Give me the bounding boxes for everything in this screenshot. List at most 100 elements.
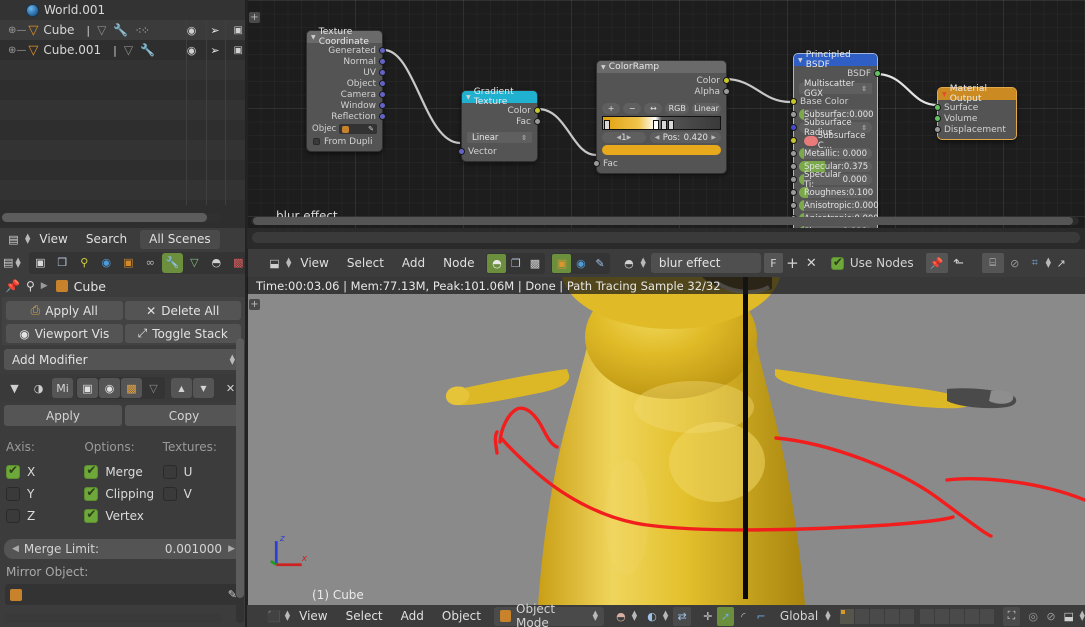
fake-user-button[interactable]: F bbox=[763, 253, 783, 273]
material-browse-arrows-icon[interactable]: ▲ ▼ bbox=[640, 257, 645, 269]
backdrop-icon[interactable]: ⌸ bbox=[981, 253, 1004, 273]
node-output-window[interactable]: Window bbox=[307, 100, 386, 111]
material-slot-icon[interactable]: ◓ bbox=[619, 254, 638, 273]
option-merge-row[interactable]: Merge bbox=[84, 461, 162, 483]
collapse-triangle-icon[interactable]: ▼ bbox=[466, 94, 471, 101]
colorramp-gradient-widget[interactable] bbox=[602, 116, 721, 130]
viewport-menu-select[interactable]: Select bbox=[337, 605, 392, 627]
socket-anisotropic[interactable] bbox=[790, 202, 797, 209]
node-header[interactable]: ▼ ColorRamp bbox=[597, 61, 726, 73]
pin-icon[interactable]: 📌 bbox=[5, 279, 20, 293]
socket-displacement[interactable] bbox=[934, 126, 941, 133]
layer-button[interactable] bbox=[854, 608, 869, 624]
distribution-dropdown[interactable]: Multiscatter GGX bbox=[799, 79, 872, 99]
node-output-object[interactable]: Object bbox=[307, 78, 386, 89]
modifier-expand-icon[interactable]: ▼ bbox=[4, 378, 25, 398]
outliner-display-icon[interactable]: ▤ bbox=[4, 230, 23, 249]
wrench-icon[interactable]: 🔧 bbox=[113, 23, 128, 37]
flip-ramp-button[interactable]: ↔ bbox=[644, 103, 663, 114]
add-modifier-dropdown[interactable]: Add Modifier ▲ ▼ bbox=[4, 349, 243, 370]
material-name-field[interactable]: blur effect bbox=[650, 253, 761, 273]
colorramp-index-field[interactable]: ◀ 1 ▶ bbox=[602, 132, 646, 143]
vertex-checkbox[interactable] bbox=[84, 507, 99, 523]
viewport-menu-add[interactable]: Add bbox=[392, 605, 433, 627]
layer-button[interactable] bbox=[964, 608, 979, 624]
shader-type-toggle-group[interactable]: ◓ ❐ ▩ bbox=[486, 252, 546, 274]
socket-specular-tint[interactable] bbox=[790, 176, 797, 183]
socket-subsurface-color[interactable] bbox=[790, 137, 797, 144]
node-input-fac[interactable]: Fac bbox=[593, 158, 726, 169]
layer-button[interactable] bbox=[979, 608, 994, 624]
node-editor-icon[interactable]: ⬓ bbox=[265, 254, 284, 273]
remove-stop-button[interactable]: − bbox=[623, 103, 642, 114]
socket-fac[interactable] bbox=[534, 118, 541, 125]
lock-camera-icon[interactable]: ⛶ bbox=[1002, 606, 1021, 626]
properties-editor-icon[interactable]: ▤ bbox=[3, 253, 13, 272]
option-clipping-row[interactable]: Clipping bbox=[84, 483, 162, 505]
manipulator-extra-icon[interactable]: ⌐ bbox=[752, 607, 770, 626]
snap-during-transform-icon[interactable]: ⇄ bbox=[673, 606, 691, 626]
from-dupli-checkbox-row[interactable]: From Dupli bbox=[307, 136, 382, 147]
texture-v-checkbox[interactable] bbox=[162, 487, 177, 501]
wrench-icon[interactable]: 🔧 bbox=[140, 43, 155, 57]
mesh-triangle-icon[interactable]: ▽ bbox=[97, 23, 106, 37]
axis-z-row[interactable]: Z bbox=[6, 505, 84, 527]
collapse-triangle-icon[interactable]: ▼ bbox=[942, 91, 947, 98]
from-dupli-checkbox[interactable] bbox=[313, 138, 320, 145]
mirror-object-field[interactable]: ✎ bbox=[5, 584, 242, 605]
collapse-triangle-icon[interactable]: ▼ bbox=[601, 64, 606, 71]
expand-toggle-icon[interactable]: ⊕— bbox=[8, 25, 26, 36]
node-output-uv[interactable]: UV bbox=[307, 67, 386, 78]
prop-roughness[interactable]: Roughnes: 0.100 bbox=[790, 187, 873, 198]
render-limit-icon[interactable]: ⬓ bbox=[1060, 607, 1078, 626]
node-header-scroll-track[interactable] bbox=[252, 232, 1080, 243]
node-texture-coordinate[interactable]: ▼ Texture Coordinate Generated Normal UV… bbox=[306, 27, 386, 152]
socket-fac[interactable] bbox=[593, 160, 600, 167]
interaction-mode-selector[interactable]: Object Mode ▲ ▼ bbox=[493, 602, 604, 627]
colorramp-stop-handle[interactable] bbox=[668, 120, 674, 130]
node-input-displacement[interactable]: Displacement bbox=[934, 124, 1016, 135]
layer-button[interactable] bbox=[869, 608, 884, 624]
move-modifier-up-button[interactable]: ▲ bbox=[171, 378, 192, 398]
node-header[interactable]: ▼ Texture Coordinate bbox=[307, 27, 382, 47]
object-picker-field[interactable]: ✎ bbox=[339, 124, 377, 134]
layer-button[interactable] bbox=[919, 608, 934, 624]
collapse-triangle-icon[interactable]: ▼ bbox=[311, 34, 316, 41]
socket-object[interactable] bbox=[379, 80, 386, 87]
layer-button[interactable] bbox=[949, 608, 964, 624]
render-layers-icon[interactable]: ❐ bbox=[506, 254, 525, 273]
node-menu-node[interactable]: Node bbox=[434, 251, 483, 275]
interpolation-dropdown[interactable]: Linear bbox=[692, 103, 722, 114]
node-input-surface[interactable]: Surface bbox=[934, 102, 1016, 113]
toggle-stack-button[interactable]: ⤢ Toggle Stack bbox=[124, 324, 241, 343]
node-output-normal[interactable]: Normal bbox=[307, 56, 386, 67]
editor-type-arrows-icon[interactable]: ▲ ▼ bbox=[15, 256, 20, 268]
node-output-generated[interactable]: Generated bbox=[307, 45, 386, 56]
properties-tab-object[interactable]: ▣ bbox=[118, 253, 139, 273]
cursor-arrow-icon[interactable]: ➢ bbox=[210, 24, 219, 37]
pin-icon[interactable]: 📌 bbox=[925, 253, 948, 273]
checker-icon[interactable]: ▩ bbox=[525, 254, 544, 273]
node-output-fac[interactable]: Fac bbox=[462, 116, 541, 127]
limit-arrows-icon[interactable]: ▲ ▼ bbox=[1080, 610, 1085, 622]
socket-subsurface-radius[interactable] bbox=[790, 124, 797, 131]
color-mode-dropdown[interactable]: RGB bbox=[665, 103, 689, 114]
snap-magnet-icon[interactable]: ⊘ bbox=[1042, 607, 1060, 626]
properties-tab-data[interactable]: ▽ bbox=[184, 253, 205, 273]
increment-arrow-icon[interactable]: ▶ bbox=[627, 134, 632, 141]
texture-u-row[interactable]: U bbox=[162, 461, 241, 483]
toolbar-expand-plus-icon[interactable]: + bbox=[249, 12, 260, 23]
option-vertex-row[interactable]: Vertex bbox=[84, 505, 162, 527]
properties-tab-row[interactable]: ▤ ▲ ▼ ▣ ❐ ⚲ ◉ ▣ ∞ 🔧 ▽ ◓ ▩ bbox=[0, 250, 250, 275]
layer-button[interactable] bbox=[899, 608, 914, 624]
decrement-arrow-icon[interactable]: ◀ bbox=[12, 544, 19, 554]
increment-arrow-icon[interactable]: ▶ bbox=[711, 134, 716, 141]
expand-toggle-icon[interactable]: ⊕— bbox=[8, 45, 26, 56]
snap-node-element-icon[interactable]: ⌗ bbox=[1026, 253, 1044, 273]
viewport-visibility-button[interactable]: ◉ Viewport Vis bbox=[6, 324, 123, 343]
overlay-icon[interactable]: ↗ bbox=[1051, 253, 1071, 273]
clipping-checkbox[interactable] bbox=[84, 485, 99, 501]
colorramp-selected-color-swatch[interactable] bbox=[602, 145, 721, 155]
eyedropper-icon[interactable]: ✎ bbox=[368, 125, 374, 133]
outliner-header[interactable]: ▤ ▲ ▼ View Search All Scenes bbox=[0, 228, 247, 250]
